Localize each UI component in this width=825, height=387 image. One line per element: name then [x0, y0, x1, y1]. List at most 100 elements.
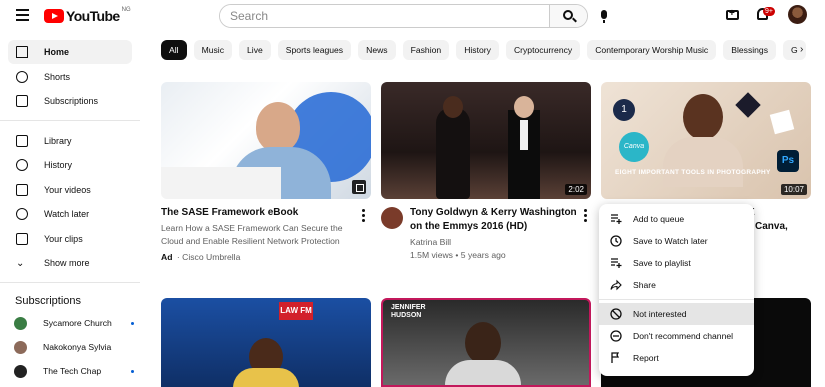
chip-sports-leagues[interactable]: Sports leagues — [277, 40, 352, 60]
new-content-dot — [131, 369, 134, 373]
chip-cryptocurrency[interactable]: Cryptocurrency — [505, 40, 581, 60]
video-thumbnail[interactable]: LAW FM — [161, 298, 371, 387]
thumbnail-caption: JENNIFER HUDSON — [391, 304, 426, 319]
chip-all[interactable]: All — [161, 40, 187, 60]
menu-item-label: Save to Watch later — [633, 236, 708, 246]
subscriptions-icon — [16, 95, 28, 107]
sidebar-item-label: History — [44, 160, 73, 170]
country-code: NG — [121, 7, 131, 13]
video-title[interactable]: Tony Goldwyn & Kerry Washington on the E… — [410, 206, 580, 234]
top-bar: YouTube NG 9+ — [0, 0, 825, 33]
new-content-dot — [131, 321, 134, 325]
upload-age: 5 years ago — [460, 250, 506, 260]
add-to-queue-icon — [610, 213, 622, 225]
chevron-down-icon: ⌄ — [16, 257, 25, 269]
menu-item-label: Share — [633, 280, 656, 290]
remove-circle-icon — [610, 330, 622, 342]
playlist-add-icon — [610, 257, 622, 269]
category-chips: All Music Live Sports leagues News Fashi… — [161, 40, 825, 60]
sidebar-item-history[interactable]: History — [8, 153, 132, 177]
canva-logo-icon: Canva — [619, 132, 649, 162]
channel-avatar[interactable] — [381, 207, 403, 229]
sidebar-item-label: Home — [44, 47, 70, 57]
clock-icon — [610, 235, 622, 247]
menu-item-share[interactable]: Share — [599, 274, 754, 296]
sidebar: Home Shorts Subscriptions Library Histor… — [0, 33, 140, 387]
video-stats: 1.5M views • 5 years ago — [410, 250, 506, 260]
share-icon — [610, 279, 622, 291]
chip-live[interactable]: Live — [239, 40, 271, 60]
thumbnail-caption: EIGHT IMPORTANT TOOLS IN PHOTOGRAPHY — [615, 169, 771, 176]
video-thumbnail[interactable]: 1 Canva Ps EIGHT IMPORTANT TOOLS IN PHOT… — [601, 82, 811, 199]
menu-icon[interactable] — [16, 9, 29, 21]
youtube-logo[interactable]: YouTube NG — [44, 7, 131, 24]
sidebar-item-library[interactable]: Library — [8, 129, 132, 153]
menu-item-label: Not interested — [633, 309, 687, 319]
chip-news[interactable]: News — [358, 40, 396, 60]
search-button[interactable] — [549, 5, 587, 27]
subscription-item[interactable]: Sycamore Church — [14, 313, 134, 333]
sidebar-item-subscriptions[interactable]: Subscriptions — [8, 89, 132, 113]
clips-icon — [16, 233, 28, 245]
ad-description: Learn How a SASE Framework Can Secure th… — [161, 223, 343, 246]
library-icon — [16, 135, 28, 147]
video-context-menu: Add to queue Save to Watch later Save to… — [599, 204, 754, 376]
sidebar-item-watch-later[interactable]: Watch later — [8, 202, 132, 226]
chip-history[interactable]: History — [456, 40, 499, 60]
sidebar-item-label: Watch later — [44, 209, 90, 219]
microphone-icon[interactable] — [601, 10, 607, 23]
sidebar-item-label: Your clips — [44, 234, 83, 244]
chip-blessings[interactable]: Blessings — [723, 40, 777, 60]
menu-item-add-to-queue[interactable]: Add to queue — [599, 208, 754, 230]
channel-avatar — [14, 316, 27, 330]
sidebar-item-shorts[interactable]: Shorts — [8, 65, 132, 89]
chip-music[interactable]: Music — [193, 40, 233, 60]
subscriptions-heading: Subscriptions — [15, 295, 82, 307]
sidebar-item-label: Shorts — [44, 72, 71, 82]
video-title[interactable]: The SASE Framework eBook — [161, 206, 356, 220]
sidebar-item-label: Show more — [44, 258, 90, 268]
sidebar-item-your-videos[interactable]: Your videos — [8, 178, 132, 202]
sidebar-item-label: Subscriptions — [44, 96, 99, 106]
subscription-item[interactable]: Nakokonya Sylvia — [14, 337, 134, 357]
channel-name[interactable]: Katrina Bill — [410, 236, 451, 249]
sidebar-item-label: Library — [44, 136, 72, 146]
channel-name: The Tech Chap — [43, 366, 102, 376]
watch-later-icon — [16, 208, 28, 220]
subscription-item[interactable]: The Tech Chap — [14, 361, 134, 381]
menu-item-label: Don't recommend channel — [633, 331, 734, 341]
menu-item-label: Add to queue — [633, 214, 685, 224]
chip-fashion[interactable]: Fashion — [402, 40, 450, 60]
channel-name: Nakokonya Sylvia — [43, 342, 112, 352]
video-title-partial[interactable]: Canva, — [755, 220, 788, 234]
logo-text: YouTube — [66, 8, 120, 24]
divider — [0, 282, 140, 283]
sidebar-item-your-clips[interactable]: Your clips — [8, 227, 132, 251]
search-bar — [219, 4, 588, 28]
sidebar-item-home[interactable]: Home — [8, 40, 132, 64]
divider — [0, 120, 140, 121]
external-link-icon[interactable] — [352, 180, 366, 194]
menu-item-report[interactable]: Report — [599, 347, 754, 369]
menu-item-save-to-playlist[interactable]: Save to playlist — [599, 252, 754, 274]
chevron-right-icon[interactable]: › — [800, 44, 803, 55]
account-avatar[interactable] — [788, 5, 807, 24]
more-options-icon[interactable] — [584, 209, 587, 224]
video-thumbnail[interactable]: 2:02 — [381, 82, 591, 199]
create-video-icon[interactable] — [726, 8, 739, 20]
menu-item-not-interested[interactable]: Not interested — [599, 303, 754, 325]
notifications-badge: 9+ — [763, 7, 775, 16]
video-thumbnail[interactable]: JENNIFER HUDSON — [381, 298, 591, 387]
view-count: 1.5M views — [410, 250, 453, 260]
shorts-icon — [16, 71, 28, 83]
sidebar-item-show-more[interactable]: ⌄ Show more — [8, 251, 132, 275]
menu-item-dont-recommend-channel[interactable]: Don't recommend channel — [599, 325, 754, 347]
flag-icon — [610, 352, 622, 364]
channel-name[interactable]: Cisco Umbrella — [182, 252, 240, 262]
menu-item-save-to-watch-later[interactable]: Save to Watch later — [599, 230, 754, 252]
search-input[interactable] — [220, 5, 549, 27]
video-thumbnail[interactable] — [161, 82, 371, 199]
thumbnail-caption: LAW FM — [279, 302, 313, 320]
not-interested-icon — [610, 308, 622, 320]
chip-contemporary-worship-music[interactable]: Contemporary Worship Music — [587, 40, 717, 60]
